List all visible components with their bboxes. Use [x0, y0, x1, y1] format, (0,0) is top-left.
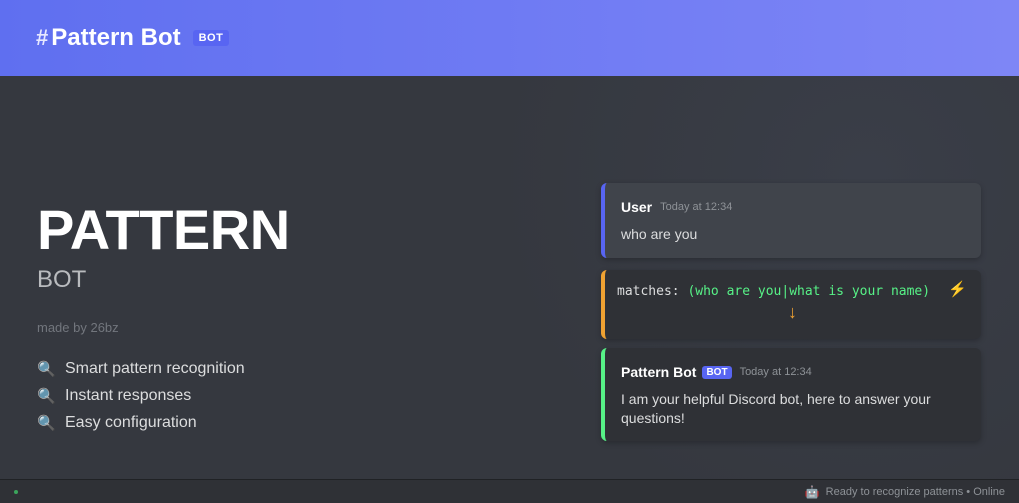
- bot-badge: BOT: [192, 30, 230, 46]
- match-label: matches:: [617, 284, 680, 299]
- channel-hash-icon: #: [36, 25, 49, 50]
- pattern-match-code: matches: (who are you|what is your name): [617, 284, 969, 299]
- feature-label: Smart pattern recognition: [65, 359, 245, 377]
- match-pattern: (who are you|what is your name): [687, 284, 931, 299]
- message-header: User Today at 12:34: [621, 199, 965, 215]
- online-indicator: [14, 489, 18, 494]
- status-bar: 🤖 Ready to recognize patterns • Online: [0, 479, 1019, 503]
- message-author: Pattern Bot: [621, 364, 697, 380]
- message-text: I am your helpful Discord bot, here to a…: [621, 391, 931, 426]
- feature-label: Easy configuration: [65, 413, 197, 431]
- pattern-match-card: matches: (who are you|what is your name)…: [601, 270, 981, 339]
- robot-icon: 🤖: [804, 484, 820, 499]
- message-author: User: [621, 199, 653, 215]
- user-message-card: User Today at 12:34 who are you: [601, 183, 981, 258]
- arrow-down-icon: ↓: [788, 302, 797, 322]
- lightning-icon: ⚡: [948, 281, 967, 298]
- message-text: who are you: [621, 226, 698, 242]
- search-icon: 🔍: [37, 414, 56, 432]
- app-header: # Pattern Bot BOT: [0, 0, 1019, 76]
- hero-subtitle: BOT: [37, 266, 87, 293]
- feature-label: Instant responses: [65, 386, 192, 404]
- message-timestamp: Today at 12:34: [660, 201, 733, 213]
- list-item: 🔍 Easy configuration: [37, 409, 290, 436]
- message-timestamp: Today at 12:34: [739, 366, 812, 378]
- search-icon: 🔍: [37, 387, 56, 405]
- page-title: Pattern Bot: [51, 24, 181, 51]
- bot-message-card: Pattern Bot BOT Today at 12:34 I am your…: [601, 348, 981, 441]
- main-content: PATTERN BOT made by 26bz 🔍 Smart pattern…: [0, 76, 1019, 479]
- bot-badge: BOT: [702, 365, 732, 379]
- hero-section: PATTERN BOT made by 26bz 🔍 Smart pattern…: [37, 200, 290, 436]
- message-header: Pattern Bot BOT Today at 12:34: [621, 364, 965, 380]
- hero-title: PATTERN: [37, 198, 290, 261]
- hero-credit: made by 26bz: [37, 320, 119, 335]
- status-label: Ready to recognize patterns • Online: [825, 485, 1005, 498]
- feature-list: 🔍 Smart pattern recognition 🔍 Instant re…: [37, 355, 290, 436]
- list-item: 🔍 Instant responses: [37, 382, 290, 409]
- list-item: 🔍 Smart pattern recognition: [37, 355, 290, 382]
- search-icon: 🔍: [37, 360, 56, 378]
- status-text: 🤖 Ready to recognize patterns • Online: [805, 485, 1005, 499]
